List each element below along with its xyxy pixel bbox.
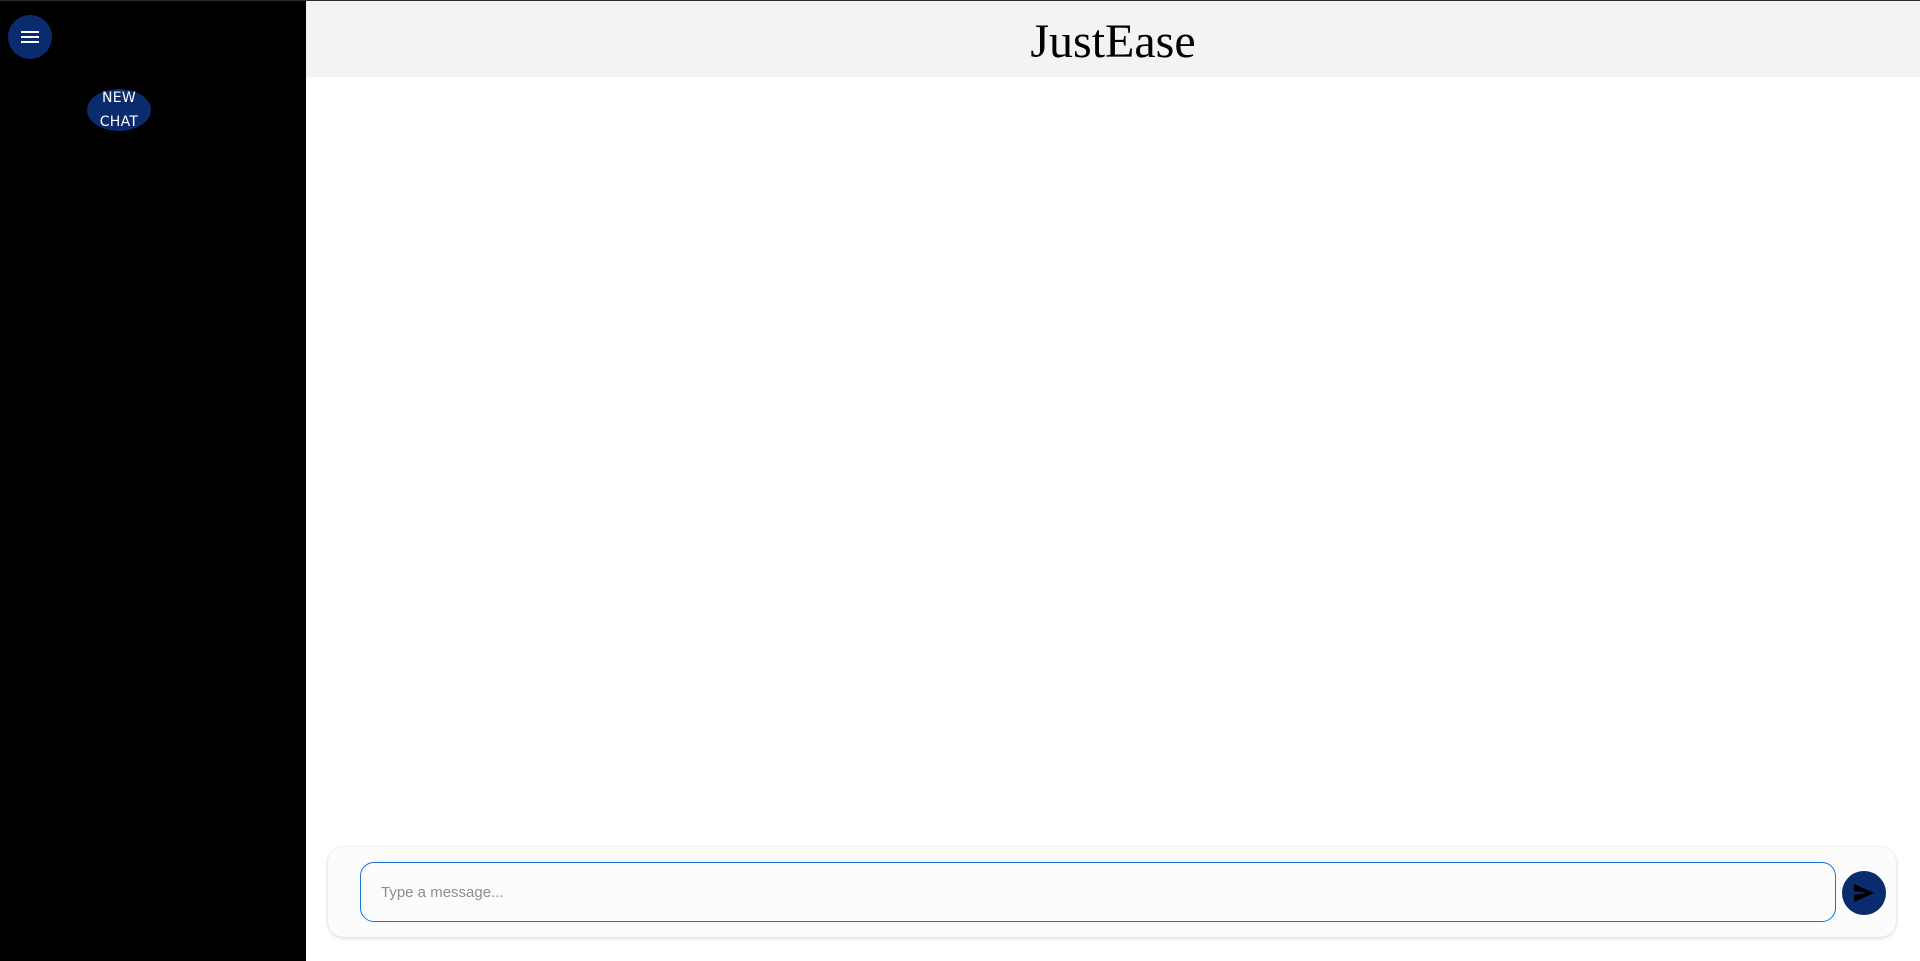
chat-messages-area xyxy=(306,77,1920,961)
hamburger-menu-icon xyxy=(20,29,40,45)
message-composer xyxy=(328,847,1896,937)
send-icon xyxy=(1853,883,1875,903)
new-chat-button[interactable]: NEW CHAT xyxy=(87,89,151,131)
sidebar: NEW CHAT xyxy=(0,1,306,961)
send-button[interactable] xyxy=(1842,871,1886,915)
message-input[interactable] xyxy=(360,862,1836,922)
menu-toggle-button[interactable] xyxy=(8,15,52,59)
app-window: NEW CHAT JustEase xyxy=(0,0,1920,961)
header: JustEase xyxy=(306,1,1920,77)
app-title: JustEase xyxy=(1030,14,1196,68)
